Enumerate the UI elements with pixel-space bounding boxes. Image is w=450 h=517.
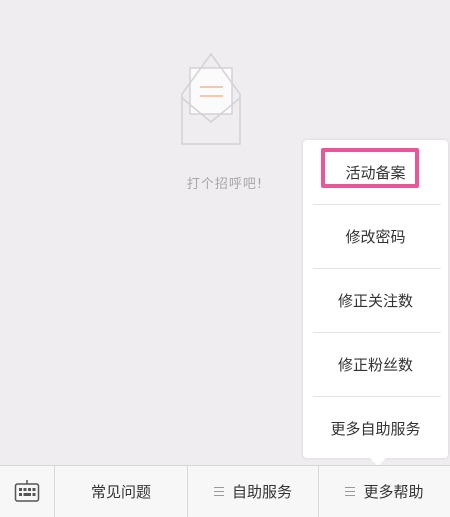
tab-faq[interactable]: 常见问题: [55, 466, 188, 517]
tab-more-help[interactable]: 更多帮助: [319, 466, 450, 517]
menu-item-activity-record[interactable]: 活动备案: [313, 140, 438, 204]
more-help-popup-menu: 活动备案 修改密码 修正关注数 修正粉丝数 更多自助服务: [303, 140, 448, 466]
menu-item-change-password[interactable]: 修改密码: [313, 204, 438, 268]
menu-lines-icon: [345, 487, 356, 496]
tab-self-service[interactable]: 自助服务: [188, 466, 319, 517]
bottom-nav: 常见问题 自助服务 更多帮助: [0, 465, 450, 517]
menu-lines-icon: [213, 487, 224, 496]
tab-self-service-label: 自助服务: [231, 483, 292, 501]
keyboard-icon: [14, 479, 40, 502]
menu-item-fix-follower-count[interactable]: 修正粉丝数: [313, 332, 438, 396]
open-envelope-icon: [181, 52, 241, 145]
tab-faq-label: 常见问题: [90, 483, 151, 501]
tab-more-help-label: 更多帮助: [363, 483, 424, 501]
empty-state-message: 打个招呼吧!: [186, 177, 264, 192]
menu-item-more-self-service[interactable]: 更多自助服务: [313, 396, 438, 460]
keyboard-toggle-button[interactable]: [0, 466, 55, 517]
menu-item-fix-following-count[interactable]: 修正关注数: [313, 268, 438, 332]
